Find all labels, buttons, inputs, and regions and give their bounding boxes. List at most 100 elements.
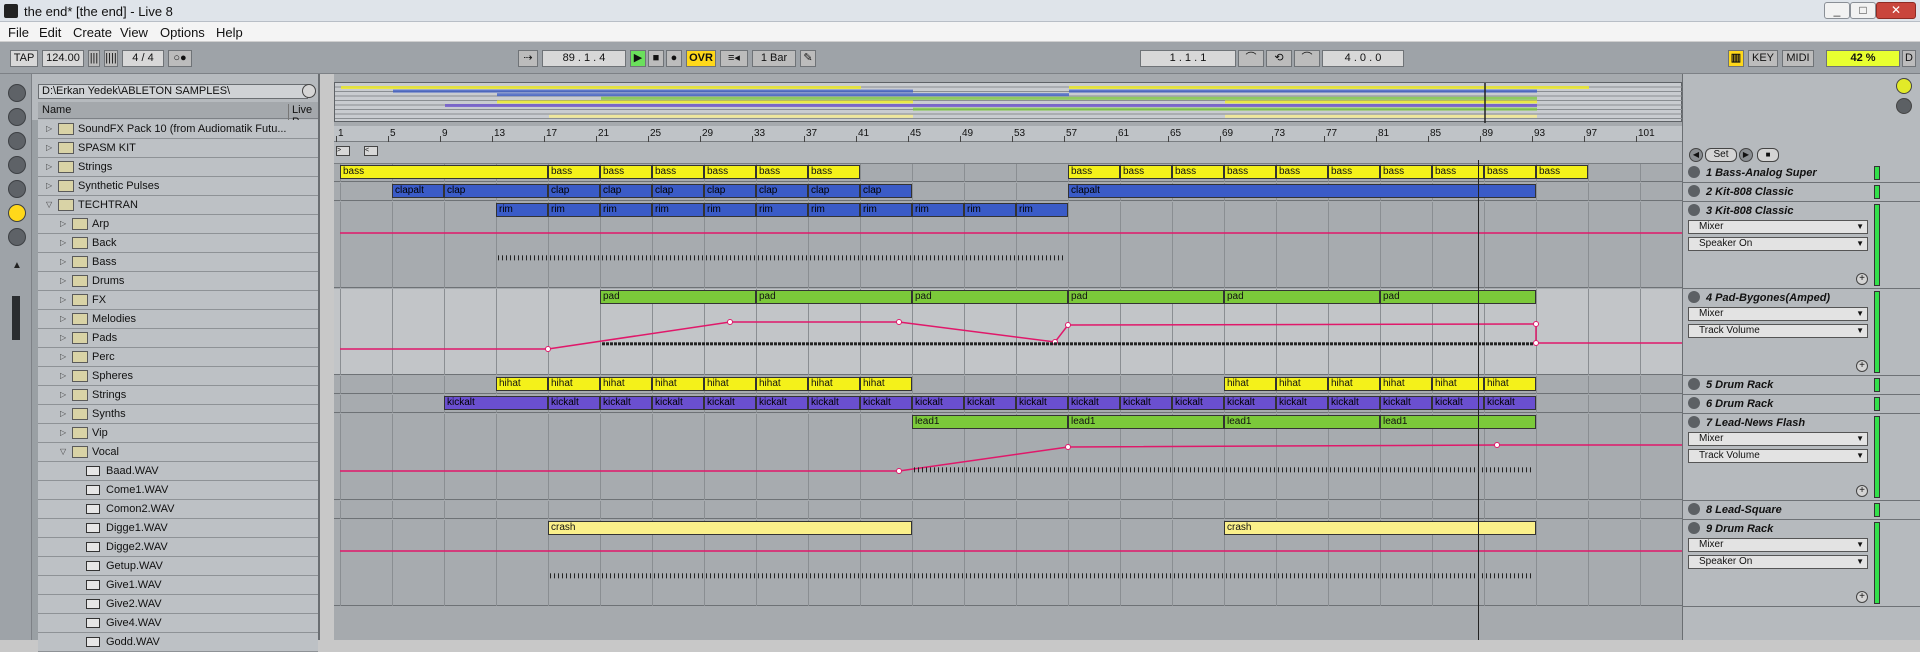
set-locator-button[interactable]: Set [1705,148,1737,162]
browser-folder-row[interactable]: ▷ Synthetic Pulses [38,177,318,196]
close-button[interactable]: ✕ [1876,2,1916,19]
track-name[interactable]: 5 Drum Rack [1688,377,1878,393]
add-automation-lane-icon[interactable]: + [1856,273,1868,285]
loop-start-field[interactable]: 1 . 1 . 1 [1140,50,1236,67]
browser-folder-row[interactable]: ▷ Perc [38,348,318,367]
expand-triangle-icon[interactable]: ▷ [60,276,66,285]
quantize-icon[interactable]: ≡◂ [720,50,748,67]
metronome-icon[interactable]: ○● [168,50,192,67]
follow-arrow-icon[interactable]: ⇢ [518,50,538,67]
browser-file-row[interactable]: Baad.WAV [38,462,318,481]
time-signature-field[interactable]: 4 / 4 [122,50,164,67]
expand-triangle-icon[interactable]: ▷ [60,352,66,361]
browser-folder-row[interactable]: ▷ SoundFX Pack 10 (from Audiomatik Futu..… [38,120,318,139]
browser-folder-row[interactable]: ▷ Pads [38,329,318,348]
info-view-toggle-icon[interactable] [1896,78,1912,94]
expand-triangle-icon[interactable]: ▷ [46,143,52,152]
browser-file-row[interactable]: Digge2.WAV [38,538,318,557]
automation-device-select[interactable]: Mixer [1688,432,1868,446]
key-map-button[interactable]: KEY [1748,50,1778,67]
automation-device-select[interactable]: Mixer [1688,307,1868,321]
add-automation-lane-icon[interactable]: + [1856,485,1868,497]
fold-open-icon[interactable] [1688,204,1700,216]
browser-file-row[interactable]: Digge1.WAV [38,519,318,538]
record-automation-icon[interactable]: ■ [1757,148,1779,162]
browser-folder-row[interactable]: ▷ Back [38,234,318,253]
overdub-button[interactable]: OVR [686,50,716,67]
hotswap-icon[interactable] [8,156,26,174]
browser-folder-row[interactable]: ▷ SPASM KIT [38,139,318,158]
loop-length-field[interactable]: 4 . 0 . 0 [1322,50,1404,67]
browser-toggle-icon[interactable] [8,84,26,102]
tempo-field[interactable]: 124.00 [42,50,84,67]
browser-folder-row[interactable]: ▽ Vocal [38,443,318,462]
nudge-up-icon[interactable]: |||| [104,50,118,67]
browser-folder-row[interactable]: ▷ Melodies [38,310,318,329]
menu-options[interactable]: Options [160,25,205,40]
browser-folder-row[interactable]: ▷ Strings [38,386,318,405]
minimize-button[interactable]: _ [1824,2,1850,19]
automation-device-select[interactable]: Mixer [1688,538,1868,552]
file-browser-1-icon[interactable] [8,180,26,198]
fold-closed-icon[interactable] [1688,397,1700,409]
fold-closed-icon[interactable] [1688,378,1700,390]
expand-triangle-icon[interactable]: ▷ [46,124,52,133]
browser-folder-row[interactable]: ▷ Vip [38,424,318,443]
browser-file-row[interactable]: Getup.WAV [38,557,318,576]
name-column-header[interactable]: Name [42,104,71,116]
expand-triangle-icon[interactable]: ▷ [46,181,52,190]
browser-folder-row[interactable]: ▷ FX [38,291,318,310]
track-name[interactable]: 7 Lead-News Flash [1688,415,1878,431]
browser-folder-row[interactable]: ▷ Spheres [38,367,318,386]
expand-triangle-icon[interactable]: ▷ [60,314,66,323]
collapse-triangle-icon[interactable]: ▽ [46,200,52,209]
mixer-toggle-icon[interactable] [1896,98,1912,114]
browser-file-row[interactable]: Give4.WAV [38,614,318,633]
previous-locator-icon[interactable]: ◀ [1689,148,1703,162]
automation-parameter-select[interactable]: Speaker On [1688,555,1868,569]
add-automation-lane-icon[interactable]: + [1856,591,1868,603]
fold-closed-icon[interactable] [1688,185,1700,197]
browser-scroll-handle[interactable] [12,296,20,340]
track-name[interactable]: 8 Lead-Square [1688,502,1878,518]
song-position-field[interactable]: 89 . 1 . 4 [542,50,626,67]
browser-path-select[interactable]: D:\Erkan Yedek\ABLETON SAMPLES\ [38,84,308,99]
maximize-button[interactable]: □ [1850,2,1876,19]
track-name[interactable]: 2 Kit-808 Classic [1688,184,1878,200]
fold-closed-icon[interactable] [1688,166,1700,178]
collapse-triangle-icon[interactable]: ▽ [60,447,66,456]
fold-open-icon[interactable] [1688,522,1700,534]
automation-parameter-select[interactable]: Track Volume [1688,324,1868,338]
expand-triangle-icon[interactable]: ▷ [60,409,66,418]
plugin-devices-icon[interactable] [8,132,26,150]
menu-edit[interactable]: Edit [39,25,61,40]
fold-open-icon[interactable] [1688,291,1700,303]
browser-folder-row[interactable]: ▽ TECHTRAN [38,196,318,215]
expand-triangle-icon[interactable]: ▷ [60,219,66,228]
tap-button[interactable]: TAP [10,50,38,67]
expand-triangle-icon[interactable]: ▷ [60,295,66,304]
file-browser-2-icon[interactable] [8,204,26,222]
browser-file-row[interactable]: Give2.WAV [38,595,318,614]
track-name[interactable]: 4 Pad-Bygones(Amped) [1688,290,1878,306]
browser-up-icon[interactable] [302,84,316,98]
menu-help[interactable]: Help [216,25,243,40]
expand-triangle-icon[interactable]: ▷ [60,257,66,266]
play-button-icon[interactable]: ▶ [630,50,646,67]
track-name[interactable]: 6 Drum Rack [1688,396,1878,412]
track-name[interactable]: 3 Kit-808 Classic [1688,203,1878,219]
expand-triangle-icon[interactable]: ▷ [60,238,66,247]
menu-file[interactable]: File [8,25,29,40]
track-name[interactable]: 1 Bass-Analog Super [1688,165,1878,181]
browser-folder-row[interactable]: ▷ Bass [38,253,318,272]
punch-in-icon[interactable]: ⌒ [1238,50,1264,67]
automation-parameter-select[interactable]: Speaker On [1688,237,1868,251]
live-devices-icon[interactable] [8,108,26,126]
automation-parameter-select[interactable]: Track Volume [1688,449,1868,463]
menu-view[interactable]: View [120,25,148,40]
collapse-up-icon[interactable]: ▲ [12,260,22,271]
draw-mode-pencil-icon[interactable]: ✎ [800,50,816,67]
browser-folder-row[interactable]: ▷ Drums [38,272,318,291]
file-browser-3-icon[interactable] [8,228,26,246]
browser-folder-row[interactable]: ▷ Synths [38,405,318,424]
